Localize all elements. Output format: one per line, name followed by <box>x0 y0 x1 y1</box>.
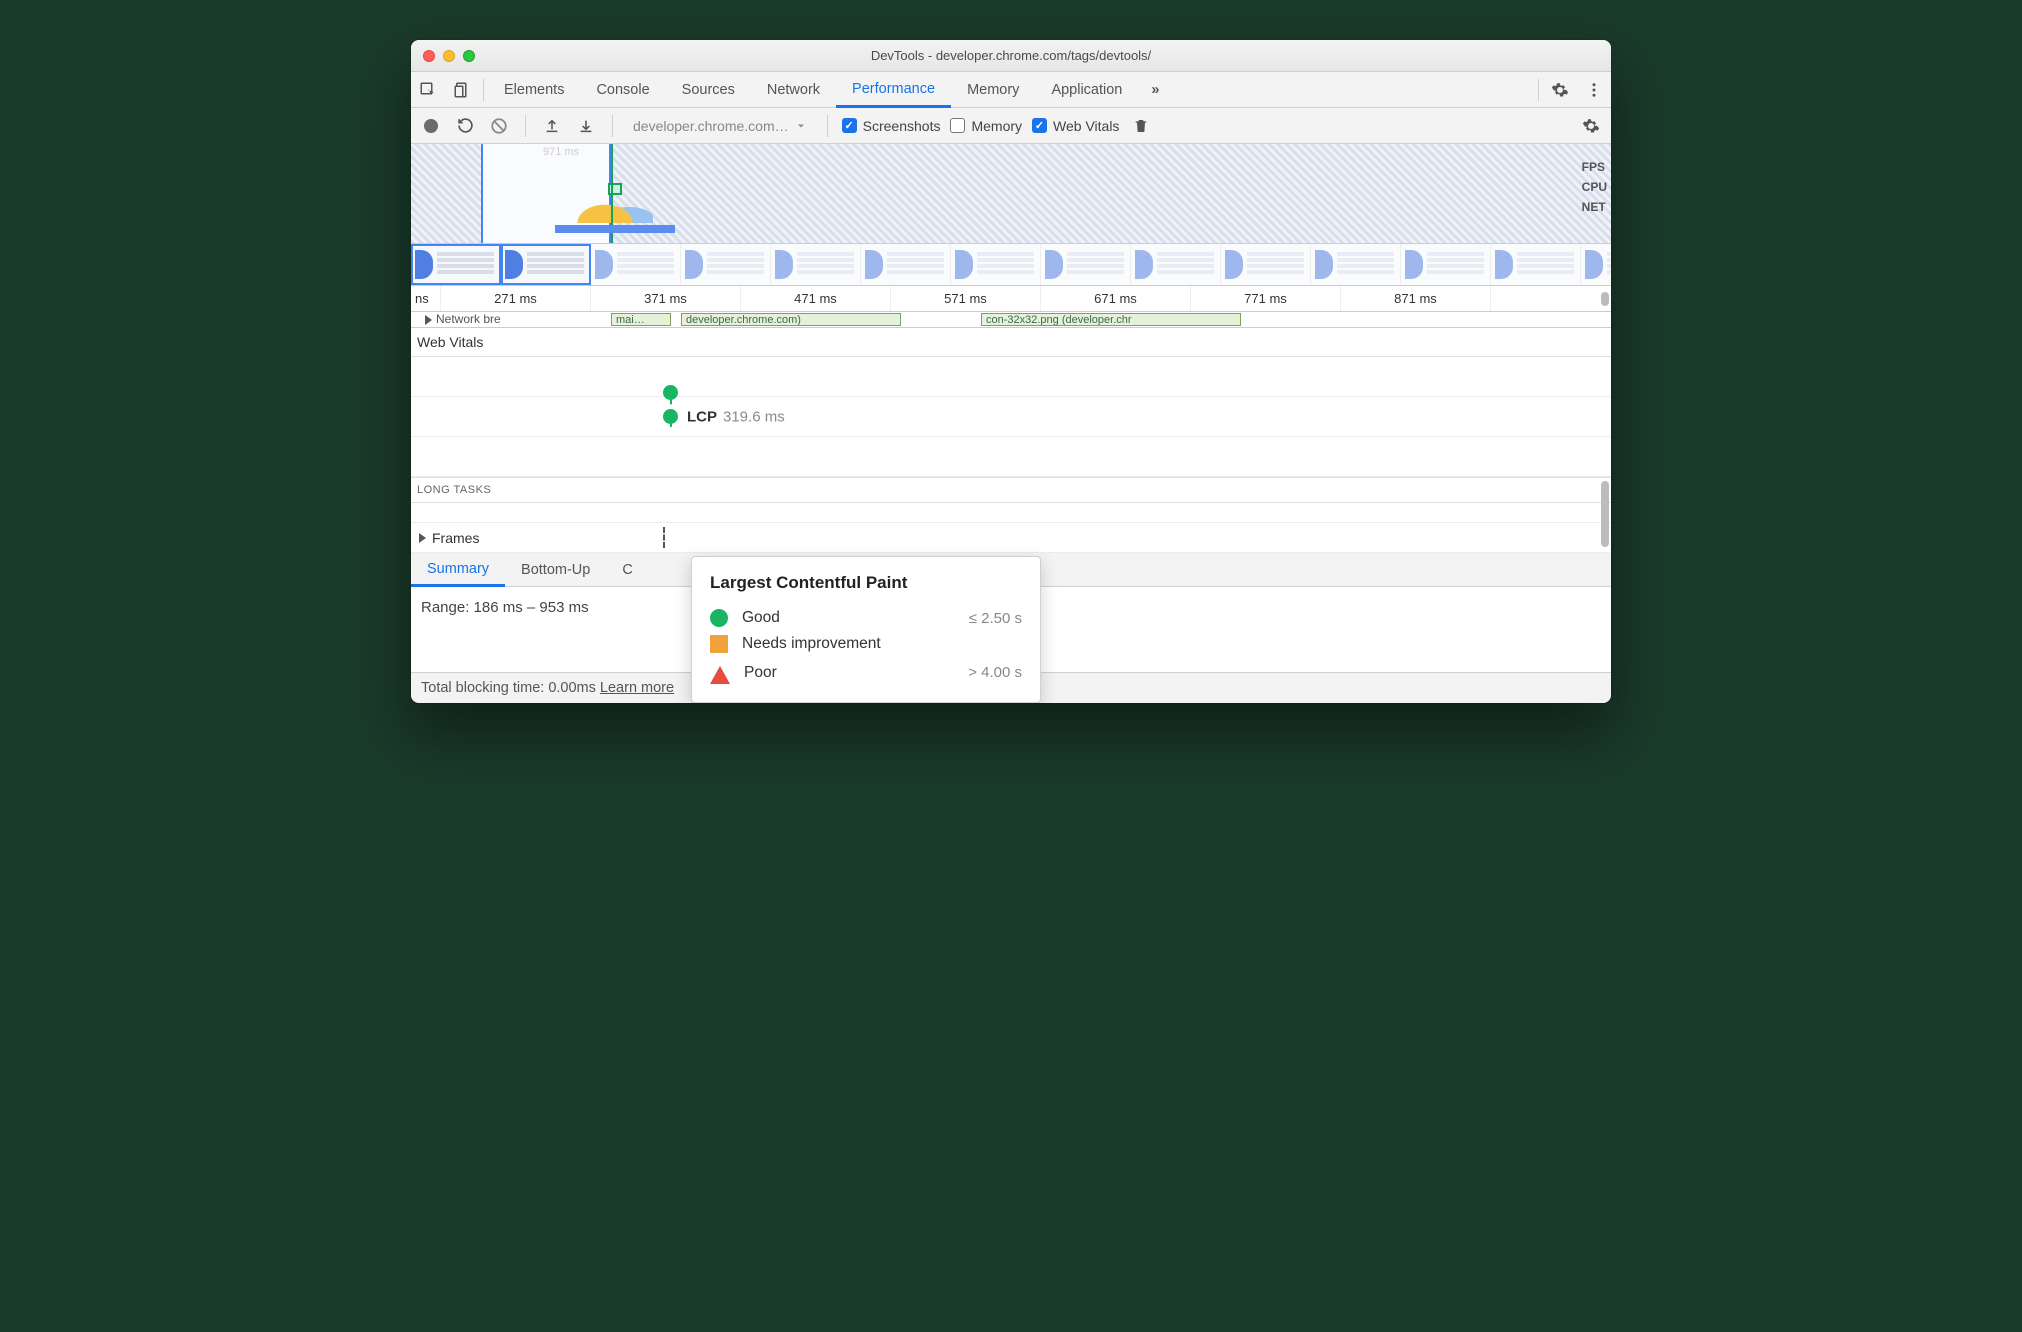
main-tabs: Elements Console Sources Network Perform… <box>411 72 1611 108</box>
chevron-down-icon <box>795 120 807 132</box>
reload-record-button[interactable] <box>453 114 477 138</box>
minimize-window-icon[interactable] <box>443 50 455 62</box>
tooltip-row-good: Good ≤ 2.50 s <box>710 605 1022 631</box>
recording-select[interactable]: developer.chrome.com… <box>627 118 813 134</box>
tab-sources[interactable]: Sources <box>666 72 751 107</box>
window-title: DevTools - developer.chrome.com/tags/dev… <box>411 48 1611 63</box>
separator <box>483 79 484 101</box>
frames-track[interactable]: Frames <box>411 523 1611 553</box>
capture-settings-icon[interactable] <box>1579 114 1603 138</box>
filmstrip-frame[interactable] <box>951 244 1041 285</box>
learn-more-link[interactable]: Learn more <box>600 680 674 696</box>
tbt-text: Total blocking time: 0.00ms <box>421 680 596 696</box>
more-tabs-icon[interactable]: » <box>1138 72 1172 107</box>
filmstrip-frame[interactable] <box>1581 244 1611 285</box>
filmstrip-frame[interactable] <box>591 244 681 285</box>
filmstrip-frame[interactable] <box>1221 244 1311 285</box>
frames-label: Frames <box>432 530 479 546</box>
lcp-marker[interactable]: LCP319.6 ms <box>687 408 785 425</box>
tab-application[interactable]: Application <box>1035 72 1138 107</box>
screenshots-checkbox[interactable]: Screenshots <box>842 118 941 134</box>
checkbox-icon <box>950 118 965 133</box>
poor-triangle-icon <box>710 661 730 684</box>
webvitals-lane: LCP319.6 ms <box>411 357 1611 477</box>
tab-network[interactable]: Network <box>751 72 836 107</box>
checkbox-icon <box>842 118 857 133</box>
filmstrip-frame[interactable] <box>681 244 771 285</box>
screenshots-filmstrip[interactable] <box>411 244 1611 286</box>
horizontal-scroll-thumb[interactable] <box>1601 292 1609 306</box>
overview-minimap[interactable]: 471 ms971 ms1471 ms1971 ms2971 ms3471 ms… <box>411 144 1611 244</box>
filmstrip-frame[interactable] <box>411 244 501 285</box>
filmstrip-frame[interactable] <box>771 244 861 285</box>
filmstrip-frame[interactable] <box>1311 244 1401 285</box>
lane-fps: FPS <box>1582 160 1607 174</box>
inspect-icon[interactable] <box>411 72 445 107</box>
window-controls <box>423 50 475 62</box>
save-profile-icon[interactable] <box>574 114 598 138</box>
tab-memory[interactable]: Memory <box>951 72 1035 107</box>
vertical-scroll-thumb[interactable] <box>1601 481 1609 547</box>
collect-garbage-icon[interactable] <box>1129 114 1153 138</box>
checkbox-icon <box>1032 118 1047 133</box>
filmstrip-frame[interactable] <box>1041 244 1131 285</box>
filmstrip-frame[interactable] <box>1491 244 1581 285</box>
tab-console[interactable]: Console <box>580 72 665 107</box>
zoom-window-icon[interactable] <box>463 50 475 62</box>
record-button[interactable] <box>419 114 443 138</box>
filmstrip-frame[interactable] <box>861 244 951 285</box>
screenshots-label: Screenshots <box>863 118 941 134</box>
long-tasks-header[interactable]: LONG TASKS <box>411 477 1611 503</box>
network-track[interactable]: Network bre mai… developer.chrome.com) c… <box>411 312 1611 328</box>
load-profile-icon[interactable] <box>540 114 564 138</box>
webvitals-checkbox[interactable]: Web Vitals <box>1032 118 1119 134</box>
performance-panel: 471 ms971 ms1471 ms1971 ms2971 ms3471 ms… <box>411 144 1611 703</box>
device-toggle-icon[interactable] <box>445 72 479 107</box>
lane-cpu: CPU <box>1582 180 1607 194</box>
kebab-menu-icon[interactable] <box>1577 72 1611 107</box>
close-window-icon[interactable] <box>423 50 435 62</box>
tooltip-row-needs-improvement: Needs improvement <box>710 631 1022 657</box>
good-circle-icon <box>710 609 728 627</box>
tab-truncated[interactable]: C <box>606 553 648 586</box>
performance-toolbar: developer.chrome.com… Screenshots Memory… <box>411 108 1611 144</box>
webvitals-label: Web Vitals <box>1053 118 1119 134</box>
filmstrip-frame[interactable] <box>1131 244 1221 285</box>
filmstrip-frame[interactable] <box>501 244 591 285</box>
lcp-tooltip: Largest Contentful Paint Good ≤ 2.50 s N… <box>691 556 1041 703</box>
filmstrip-frame[interactable] <box>1401 244 1491 285</box>
tab-performance[interactable]: Performance <box>836 73 951 108</box>
tab-bottom-up[interactable]: Bottom-Up <box>505 553 606 586</box>
recording-select-label: developer.chrome.com… <box>633 118 789 134</box>
clear-button[interactable] <box>487 114 511 138</box>
tooltip-row-poor: Poor > 4.00 s <box>710 657 1022 688</box>
needs-improvement-square-icon <box>710 635 728 653</box>
timeline-ruler[interactable]: ns 271 ms371 ms471 ms571 ms671 ms771 ms8… <box>411 286 1611 312</box>
expand-icon <box>419 533 426 543</box>
tab-elements[interactable]: Elements <box>488 72 580 107</box>
lane-net: NET <box>1582 200 1607 214</box>
webvitals-header[interactable]: Web Vitals <box>411 328 1611 357</box>
devtools-window: DevTools - developer.chrome.com/tags/dev… <box>411 40 1611 703</box>
tooltip-title: Largest Contentful Paint <box>710 573 1022 593</box>
tab-summary[interactable]: Summary <box>411 553 505 587</box>
titlebar: DevTools - developer.chrome.com/tags/dev… <box>411 40 1611 72</box>
settings-icon[interactable] <box>1543 72 1577 107</box>
memory-label: Memory <box>971 118 1022 134</box>
memory-checkbox[interactable]: Memory <box>950 118 1022 134</box>
separator <box>1538 79 1539 101</box>
